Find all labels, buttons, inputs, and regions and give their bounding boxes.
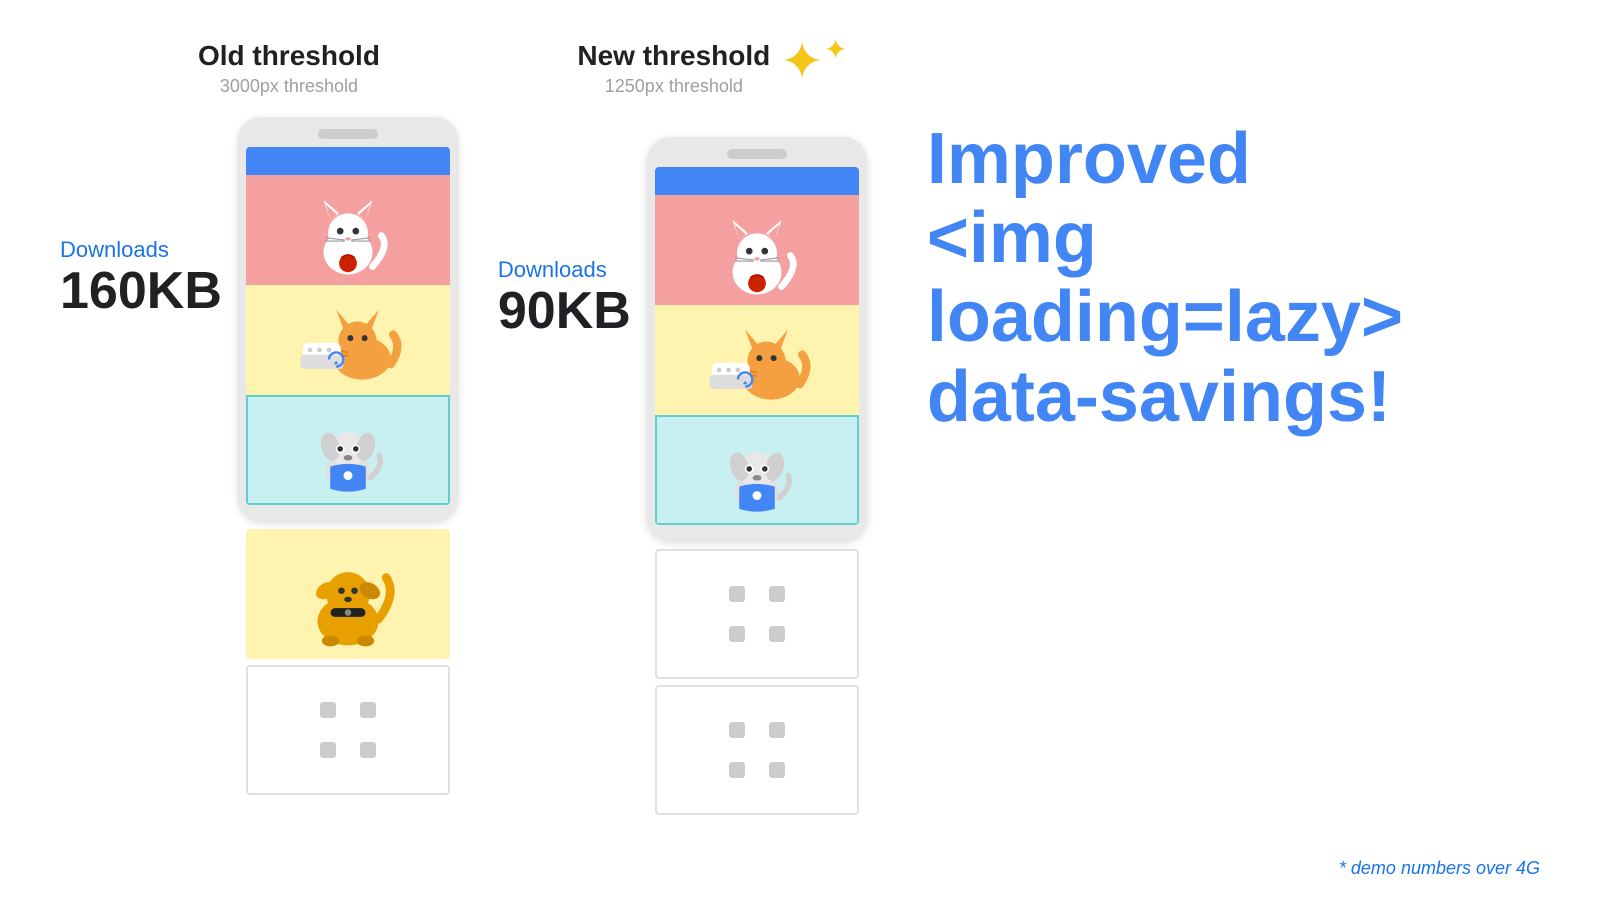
- improved-heading: Improved <img loading=lazy> data-savings…: [927, 120, 1540, 437]
- old-threshold-title: Old threshold: [198, 40, 380, 72]
- new-phone-screen: [655, 167, 859, 525]
- new-threshold-header-row: New threshold 1250px threshold ✦✦: [577, 40, 847, 117]
- new-download-label: Downloads: [498, 257, 631, 283]
- new-phone-area: [647, 137, 867, 815]
- old-phone-header-bar: [246, 147, 450, 175]
- dog-yellow-svg: [253, 534, 443, 654]
- new-below-images: [647, 549, 867, 815]
- new-threshold-col: New threshold 1250px threshold ✦✦ Downlo…: [498, 40, 867, 815]
- new-phone-slot-2: [655, 305, 859, 415]
- new-threshold-header: New threshold 1250px threshold: [577, 40, 770, 97]
- old-phone-mockup: [238, 117, 458, 521]
- sections-wrapper: Old threshold 3000px threshold Downloads…: [60, 40, 1540, 879]
- dog-cyan-svg: [278, 400, 418, 500]
- info-section: Improved <img loading=lazy> data-savings…: [907, 40, 1540, 437]
- old-phone-slot-2: [246, 285, 450, 395]
- new-phone-notch: [727, 149, 787, 159]
- cat-yellow-svg: [278, 293, 418, 388]
- new-phone-mockup: [647, 137, 867, 541]
- old-threshold-col: Old threshold 3000px threshold Downloads…: [60, 40, 458, 795]
- improved-line1: Improved: [927, 119, 1251, 199]
- new-loading-spinner-2: [729, 722, 785, 778]
- cat-red-svg: [278, 180, 418, 280]
- old-download-size: 160KB: [60, 263, 222, 320]
- old-phone-area: [238, 117, 458, 795]
- old-phone-notch: [318, 129, 378, 139]
- new-cat-yellow-svg: [687, 313, 827, 408]
- old-download-stats: Downloads 160KB: [60, 237, 222, 320]
- new-phone-slot-1: [655, 195, 859, 305]
- old-extra-image-1: [246, 529, 450, 659]
- new-phone-header-bar: [655, 167, 859, 195]
- new-download-size: 90KB: [498, 283, 631, 340]
- old-phone-slot-3: [246, 395, 450, 505]
- old-below-images: [238, 529, 458, 795]
- new-download-stats: Downloads 90KB: [498, 257, 631, 340]
- old-download-label: Downloads: [60, 237, 222, 263]
- new-cat-red-svg: [687, 200, 827, 300]
- new-dog-cyan-svg: [687, 420, 827, 520]
- improved-line2: <img loading=lazy>: [927, 198, 1403, 357]
- new-loading-placeholder-1: [655, 549, 859, 679]
- old-threshold-subtitle: 3000px threshold: [198, 76, 380, 97]
- old-loading-placeholder: [246, 665, 450, 795]
- improved-line3: data-savings!: [927, 357, 1391, 437]
- old-phone-slot-1: [246, 175, 450, 285]
- new-threshold-title: New threshold: [577, 40, 770, 72]
- new-loading-spinner-1: [729, 586, 785, 642]
- new-threshold-content: Downloads 90KB: [498, 137, 867, 815]
- new-phone-slot-3: [655, 415, 859, 525]
- demo-note: * demo numbers over 4G: [1339, 858, 1540, 879]
- old-threshold-header: Old threshold 3000px threshold: [198, 40, 380, 97]
- sparkle-icon: ✦✦: [780, 36, 847, 88]
- main-container: Old threshold 3000px threshold Downloads…: [0, 0, 1600, 919]
- old-threshold-content: Downloads 160KB: [60, 117, 458, 795]
- old-loading-spinner: [320, 702, 376, 758]
- new-threshold-subtitle: 1250px threshold: [577, 76, 770, 97]
- old-phone-screen: [246, 147, 450, 505]
- new-loading-placeholder-2: [655, 685, 859, 815]
